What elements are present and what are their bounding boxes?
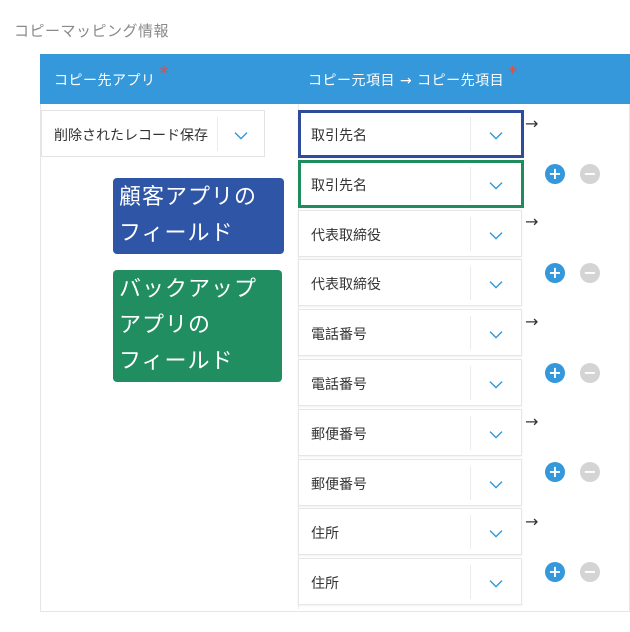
add-mapping-button[interactable]: + — [545, 562, 565, 582]
dest-field-value: 郵便番号 — [311, 477, 367, 493]
chevron-down-icon[interactable] — [470, 117, 521, 151]
mapping-arrow: → — [525, 212, 539, 231]
dest-field-select[interactable]: 取引先名 — [298, 160, 522, 207]
dest-field-value: 代表取締役 — [311, 277, 381, 293]
dest-field-select[interactable]: 代表取締役 — [298, 259, 522, 306]
add-mapping-button[interactable]: + — [545, 363, 565, 383]
dest-field-value: 取引先名 — [311, 178, 367, 194]
field-mapping-header-label: コピー元項目 → コピー先項目 — [308, 73, 505, 89]
dest-field-select[interactable]: 郵便番号 — [298, 459, 522, 506]
source-field-select[interactable]: 郵便番号 — [298, 409, 522, 456]
chevron-down-icon[interactable] — [470, 167, 521, 201]
chevron-down-icon[interactable] — [470, 565, 521, 599]
dest-app-column-header: コピー先アプリ * — [54, 63, 169, 90]
field-mapping-column-header: コピー元項目 → コピー先項目 * — [308, 63, 518, 90]
dest-app-header-label: コピー先アプリ — [54, 73, 156, 89]
chevron-down-icon[interactable] — [470, 266, 521, 300]
source-field-select[interactable]: 取引先名 — [298, 110, 522, 157]
add-mapping-button[interactable]: + — [545, 263, 565, 283]
source-field-select[interactable]: 住所 — [298, 508, 522, 555]
remove-mapping-button[interactable]: − — [580, 562, 600, 582]
backup-app-field-callout: バックアップ アプリの フィールド — [113, 270, 282, 382]
required-marker: * — [159, 63, 169, 84]
callout-line: フィールド — [119, 221, 234, 246]
chevron-down-icon[interactable] — [470, 316, 521, 350]
required-marker: * — [508, 63, 518, 84]
chevron-down-icon[interactable] — [470, 217, 521, 251]
dest-field-value: 住所 — [311, 576, 339, 592]
dest-field-select[interactable]: 住所 — [298, 558, 522, 605]
dest-field-select[interactable]: 電話番号 — [298, 359, 522, 406]
dest-app-value: 削除されたレコード保存 — [54, 128, 208, 144]
mapping-arrow: → — [525, 512, 539, 531]
remove-mapping-button[interactable]: − — [580, 462, 600, 482]
add-mapping-button[interactable]: + — [545, 462, 565, 482]
chevron-down-icon[interactable] — [470, 416, 521, 450]
source-field-value: 代表取締役 — [311, 228, 381, 244]
dest-app-select[interactable]: 削除されたレコード保存 — [41, 110, 265, 157]
remove-mapping-button[interactable]: − — [580, 263, 600, 283]
source-field-value: 住所 — [311, 526, 339, 542]
source-field-select[interactable]: 電話番号 — [298, 309, 522, 356]
chevron-down-icon[interactable] — [217, 117, 264, 151]
source-field-select[interactable]: 代表取締役 — [298, 210, 522, 257]
callout-line: バックアップ — [119, 277, 258, 302]
add-mapping-button[interactable]: + — [545, 164, 565, 184]
source-field-value: 郵便番号 — [311, 427, 367, 443]
callout-line: アプリの — [119, 313, 212, 338]
dest-field-value: 電話番号 — [311, 377, 367, 393]
mapping-table-header: コピー先アプリ * コピー元項目 → コピー先項目 * — [40, 54, 630, 104]
mapping-arrow: → — [525, 312, 539, 331]
remove-mapping-button[interactable]: − — [580, 164, 600, 184]
section-title: コピーマッピング情報 — [14, 22, 170, 40]
source-field-value: 電話番号 — [311, 327, 367, 343]
customer-app-field-callout: 顧客アプリの フィールド — [113, 178, 284, 254]
chevron-down-icon[interactable] — [470, 515, 521, 549]
callout-line: フィールド — [119, 349, 234, 374]
mapping-arrow: → — [525, 114, 539, 133]
mapping-arrow: → — [525, 412, 539, 431]
callout-line: 顧客アプリの — [119, 185, 258, 210]
remove-mapping-button[interactable]: − — [580, 363, 600, 383]
source-field-value: 取引先名 — [311, 128, 367, 144]
chevron-down-icon[interactable] — [470, 466, 521, 500]
chevron-down-icon[interactable] — [470, 366, 521, 400]
